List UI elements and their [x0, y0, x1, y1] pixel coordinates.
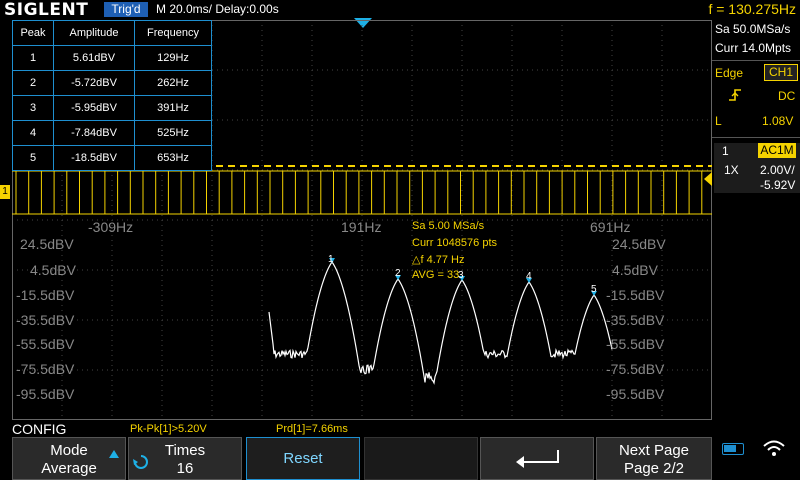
- fft-y-label: -75.5dBV: [16, 361, 75, 377]
- trigger-type-label[interactable]: Edge: [715, 66, 743, 80]
- empty-softkey: [364, 437, 478, 480]
- peak-index: 3: [12, 95, 54, 121]
- peak-marker-label: 3: [458, 270, 464, 281]
- brand-logo: SIGLENT: [4, 0, 89, 20]
- softkey-label: Times: [164, 442, 206, 459]
- peak-marker-label: 1: [328, 254, 334, 265]
- peak-index: 4: [12, 120, 54, 146]
- memory-depth-readout: Curr 14.0Mpts: [715, 41, 792, 55]
- table-row: 3 -5.95dBV 391Hz: [12, 95, 212, 121]
- fft-y-label: -95.5dBV: [16, 386, 75, 402]
- fft-average-count: AVG = 33: [412, 269, 460, 281]
- ch1-time-trace: [12, 170, 712, 215]
- trigger-status-badge: Trig'd: [104, 2, 148, 17]
- trigger-source-badge[interactable]: CH1: [764, 64, 798, 81]
- peak-amplitude: -5.95dBV: [53, 95, 135, 121]
- peak-index: 1: [12, 45, 54, 71]
- peak-marker-label: 2: [395, 268, 401, 279]
- peak-marker-label: 5: [591, 284, 597, 295]
- peak-table-header: Peak Amplitude Frequency: [12, 20, 212, 46]
- next-page-button[interactable]: Next Page Page 2/2: [596, 437, 712, 480]
- peak-marker-label: 4: [526, 271, 532, 282]
- peak-frequency: 129Hz: [134, 45, 212, 71]
- measurement-period[interactable]: Prd[1]=7.66ms: [276, 423, 348, 435]
- softkey-label: Reset: [283, 450, 323, 467]
- fft-y-label: -15.5dBV: [16, 287, 75, 303]
- rising-edge-icon: [729, 89, 741, 101]
- triangle-up-icon: [109, 450, 119, 458]
- fft-y-label-right: -55.5dBV: [606, 336, 665, 352]
- return-arrow-icon: [516, 450, 559, 468]
- softkey-value: Page 2/2: [623, 460, 685, 477]
- trigger-coupling[interactable]: DC: [778, 89, 795, 103]
- fft-y-label-right: -95.5dBV: [606, 386, 665, 402]
- trigger-level-value[interactable]: 1.08V: [762, 114, 793, 128]
- fft-y-label: -35.5dBV: [16, 312, 75, 328]
- fft-y-label-right: -15.5dBV: [606, 287, 665, 303]
- fft-x-label: -309Hz: [88, 219, 134, 235]
- fft-y-label: -55.5dBV: [16, 336, 75, 352]
- fft-points: Curr 1048576 pts: [412, 237, 497, 249]
- wifi-icon: [763, 440, 785, 456]
- panel-divider: [712, 60, 800, 61]
- channel-coupling-badge[interactable]: AC1M: [758, 143, 796, 158]
- menu-title: CONFIG: [12, 421, 67, 437]
- peak-index: 2: [12, 70, 54, 96]
- channel-offset: -5.92V: [760, 178, 796, 192]
- fft-resolution: △f 4.77 Hz: [412, 254, 465, 266]
- trigger-level-label: L: [715, 114, 722, 128]
- fft-y-label: 4.5dBV: [30, 262, 76, 278]
- ch1-offset-marker[interactable]: 1: [0, 185, 10, 199]
- peak-amplitude: -5.72dBV: [53, 70, 135, 96]
- peak-frequency: 653Hz: [134, 145, 212, 171]
- table-row: 5 -18.5dBV 653Hz: [12, 145, 212, 171]
- measurement-pkpk[interactable]: Pk-Pk[1]>5.20V: [130, 423, 207, 435]
- channel-number: 1: [722, 144, 729, 158]
- table-row: 4 -7.84dBV 525Hz: [12, 120, 212, 146]
- peak-amplitude: -7.84dBV: [53, 120, 135, 146]
- probe-attenuation: 1X: [724, 163, 739, 177]
- timebase-readout[interactable]: M 20.0ms/ Delay:0.00s: [156, 2, 279, 16]
- times-softkey[interactable]: Times 16: [128, 437, 242, 480]
- fft-x-label: 191Hz: [341, 219, 382, 235]
- sample-rate-readout: Sa 50.0MSa/s: [715, 22, 791, 36]
- header-amplitude: Amplitude: [53, 20, 135, 46]
- measurement-bar: [0, 420, 800, 437]
- battery-level: [724, 445, 736, 452]
- frequency-counter: f = 130.275Hz: [708, 1, 796, 17]
- softkey-value: 16: [176, 460, 194, 477]
- table-row: 2 -5.72dBV 262Hz: [12, 70, 212, 96]
- peak-table: Peak Amplitude Frequency 1 5.61dBV 129Hz 2…: [12, 20, 212, 171]
- reset-button[interactable]: Reset: [246, 437, 360, 480]
- table-row: 1 5.61dBV 129Hz: [12, 45, 212, 71]
- panel-divider: [712, 137, 800, 138]
- trigger-level-marker[interactable]: [704, 172, 712, 186]
- fft-y-label-right: -75.5dBV: [606, 361, 665, 377]
- back-button[interactable]: [480, 437, 594, 480]
- fft-y-label-right: 4.5dBV: [612, 262, 658, 278]
- header-frequency: Frequency: [134, 20, 212, 46]
- fft-y-label: 24.5dBV: [20, 236, 74, 252]
- peak-amplitude: 5.61dBV: [53, 45, 135, 71]
- peak-frequency: 391Hz: [134, 95, 212, 121]
- fft-x-label: 691Hz: [590, 219, 631, 235]
- softkey-value: Average: [41, 460, 97, 477]
- peak-index: 5: [12, 145, 54, 171]
- peak-frequency: 262Hz: [134, 70, 212, 96]
- header-peak: Peak: [12, 20, 54, 46]
- peak-amplitude: -18.5dBV: [53, 145, 135, 171]
- fft-y-label-right: 24.5dBV: [612, 236, 666, 252]
- mode-softkey[interactable]: Mode Average: [12, 437, 126, 480]
- fft-sample-rate: Sa 5.00 MSa/s: [412, 220, 485, 232]
- volts-per-division: 2.00V/: [760, 163, 795, 177]
- fft-y-label-right: -35.5dBV: [606, 312, 665, 328]
- peak-frequency: 525Hz: [134, 120, 212, 146]
- softkey-label: Next Page: [618, 442, 690, 459]
